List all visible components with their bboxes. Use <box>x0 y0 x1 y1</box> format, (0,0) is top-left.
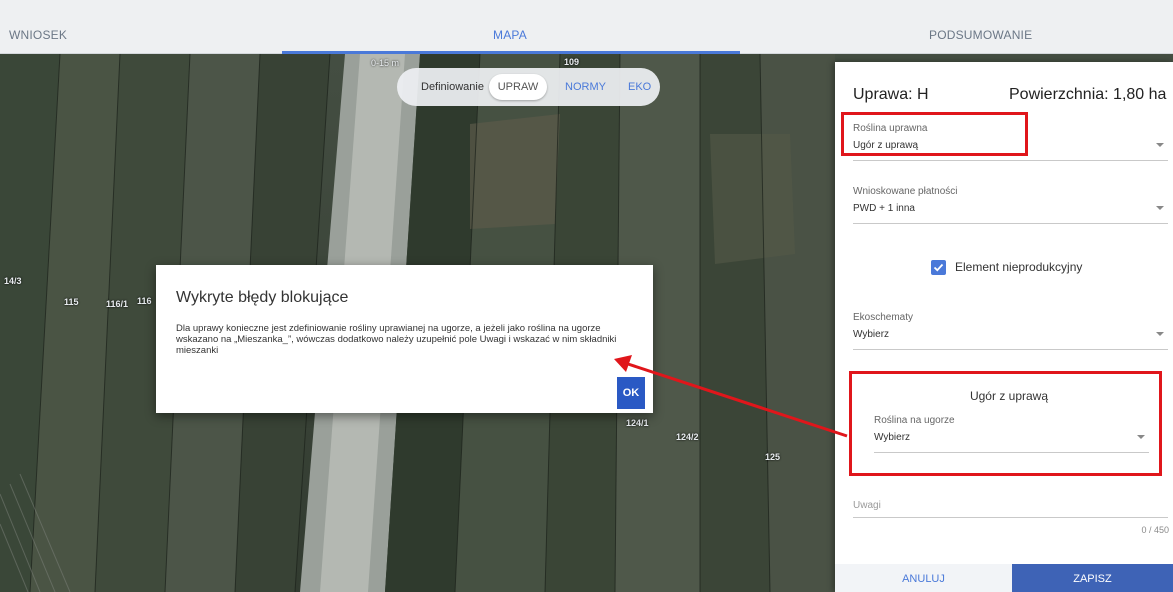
remarks-counter: 0 / 450 <box>1141 525 1169 535</box>
remarks-label: Uwagi <box>853 500 881 511</box>
toggle-option-upraw[interactable]: UPRAW <box>489 74 547 100</box>
parcel-label: 115 <box>64 297 79 307</box>
checkbox-label: Element nieprodukcyjny <box>955 260 1083 274</box>
parcel-label: 109 <box>564 57 580 67</box>
field-value: PWD + 1 inna <box>853 203 915 214</box>
parcel-label: 124/2 <box>676 432 699 442</box>
definition-toggle: Definiowanie UPRAW NORMY EKO <box>397 68 660 106</box>
parcel-label: 124/1 <box>626 418 649 428</box>
field-value: Wybierz <box>853 329 890 340</box>
top-navigation: WNIOSEK MAPA PODSUMOWANIE <box>0 0 1173 54</box>
highlight-box-fallow <box>849 371 1162 476</box>
field-label: Wnioskowane płatności <box>853 186 958 197</box>
map-scale-label: 0-15 m <box>371 58 400 68</box>
chevron-down-icon <box>1156 143 1164 147</box>
chevron-down-icon <box>1156 206 1164 210</box>
payments-select[interactable]: Wnioskowane płatności PWD + 1 inna <box>853 186 1168 224</box>
checkbox-checked-icon[interactable] <box>931 260 946 275</box>
chevron-down-icon <box>1156 332 1164 336</box>
tab-wniosek[interactable]: WNIOSEK <box>9 0 67 54</box>
cancel-button[interactable]: ANULUJ <box>835 564 1012 592</box>
panel-area: Powierzchnia: 1,80 ha <box>1009 86 1167 103</box>
save-button[interactable]: ZAPISZ <box>1012 564 1173 592</box>
parcel-label: 116/1 <box>106 299 129 309</box>
toggle-option-eko[interactable]: EKO <box>628 81 651 93</box>
toggle-label: Definiowanie <box>421 81 484 93</box>
tab-mapa[interactable]: MAPA <box>493 0 527 54</box>
blocking-errors-dialog: Wykryte błędy blokujące Dla uprawy konie… <box>156 265 653 413</box>
parcel-label: 14/3 <box>4 276 22 286</box>
toggle-option-normy[interactable]: NORMY <box>565 81 606 93</box>
parcel-label: 125 <box>765 452 781 462</box>
remarks-input[interactable] <box>853 517 1168 518</box>
field-label: Ekoschematy <box>853 312 914 323</box>
ecoschemes-select[interactable]: Ekoschematy Wybierz <box>853 312 1168 350</box>
tab-podsumowanie[interactable]: PODSUMOWANIE <box>929 0 1032 54</box>
panel-title: Uprawa: H <box>853 86 929 103</box>
parcel-label: 116 <box>137 296 152 306</box>
highlight-box-crop <box>841 112 1028 156</box>
dialog-message: Dla uprawy konieczne jest zdefiniowanie … <box>176 323 617 356</box>
ok-button[interactable]: OK <box>617 377 645 409</box>
dialog-title: Wykryte błędy blokujące <box>176 289 349 306</box>
